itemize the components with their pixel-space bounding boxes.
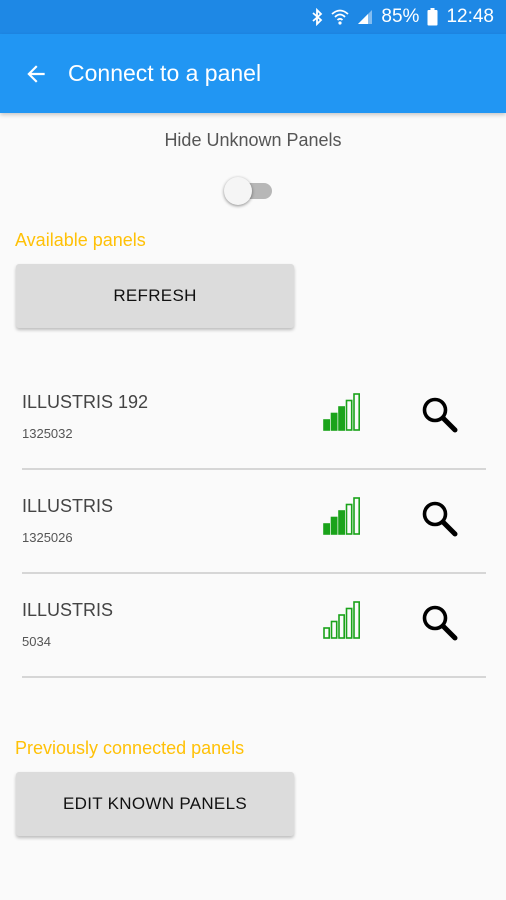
wifi-icon [331, 9, 350, 25]
previous-panels-heading: Previously connected panels [15, 738, 245, 758]
back-button[interactable] [18, 56, 54, 92]
page-title: Connect to a panel [68, 60, 262, 86]
signal-bar [338, 406, 345, 431]
signal-bar [323, 627, 330, 639]
battery-percent: 85% [381, 6, 420, 27]
refresh-button[interactable]: REFRESH [16, 264, 294, 328]
edit-known-panels-button[interactable]: EDIT KNOWN PANELS [16, 772, 294, 836]
signal-bar [353, 393, 360, 431]
signal-bar [345, 503, 353, 535]
signal-bar [338, 614, 345, 639]
hide-unknown-toggle[interactable] [224, 176, 272, 206]
panel-name: ILLUSTRIS [22, 496, 114, 516]
clock: 12:48 [446, 6, 494, 27]
app-bar: Connect to a panel [0, 34, 506, 113]
panel-id: 1325032 [22, 426, 73, 441]
arrow-back-icon [27, 64, 45, 83]
signal-bar [330, 620, 338, 639]
panel-name: ILLUSTRIS [22, 600, 114, 620]
signal-strength-icon [323, 497, 360, 535]
panel-name: ILLUSTRIS 192 [22, 392, 149, 412]
signal-bar [330, 516, 338, 535]
signal-bar [353, 497, 360, 535]
battery-icon [427, 8, 438, 26]
status-bar: 85% 12:48 [0, 0, 506, 34]
search-icon[interactable] [420, 499, 460, 539]
toggle-thumb [224, 177, 252, 205]
signal-bar [338, 510, 345, 535]
panel-row[interactable]: ILLUSTRIS 1325026 [22, 470, 486, 574]
panel-row[interactable]: ILLUSTRIS 5034 [22, 574, 486, 678]
signal-bar [345, 607, 353, 639]
hide-unknown-label: Hide Unknown Panels [164, 130, 342, 150]
available-panels-heading: Available panels [15, 230, 146, 250]
signal-bar [330, 412, 338, 431]
signal-bar [323, 523, 330, 535]
bluetooth-icon [311, 8, 323, 26]
search-icon[interactable] [420, 603, 460, 643]
search-icon[interactable] [420, 395, 460, 435]
panel-id: 1325026 [22, 530, 73, 545]
panel-row[interactable]: ILLUSTRIS 192 1325032 [22, 366, 486, 470]
signal-bar [353, 601, 360, 639]
signal-bar [323, 419, 330, 431]
signal-strength-icon [323, 601, 360, 639]
signal-bar [345, 399, 353, 431]
cell-signal-icon [357, 9, 373, 25]
signal-strength-icon [323, 393, 360, 431]
panel-id: 5034 [22, 634, 51, 649]
